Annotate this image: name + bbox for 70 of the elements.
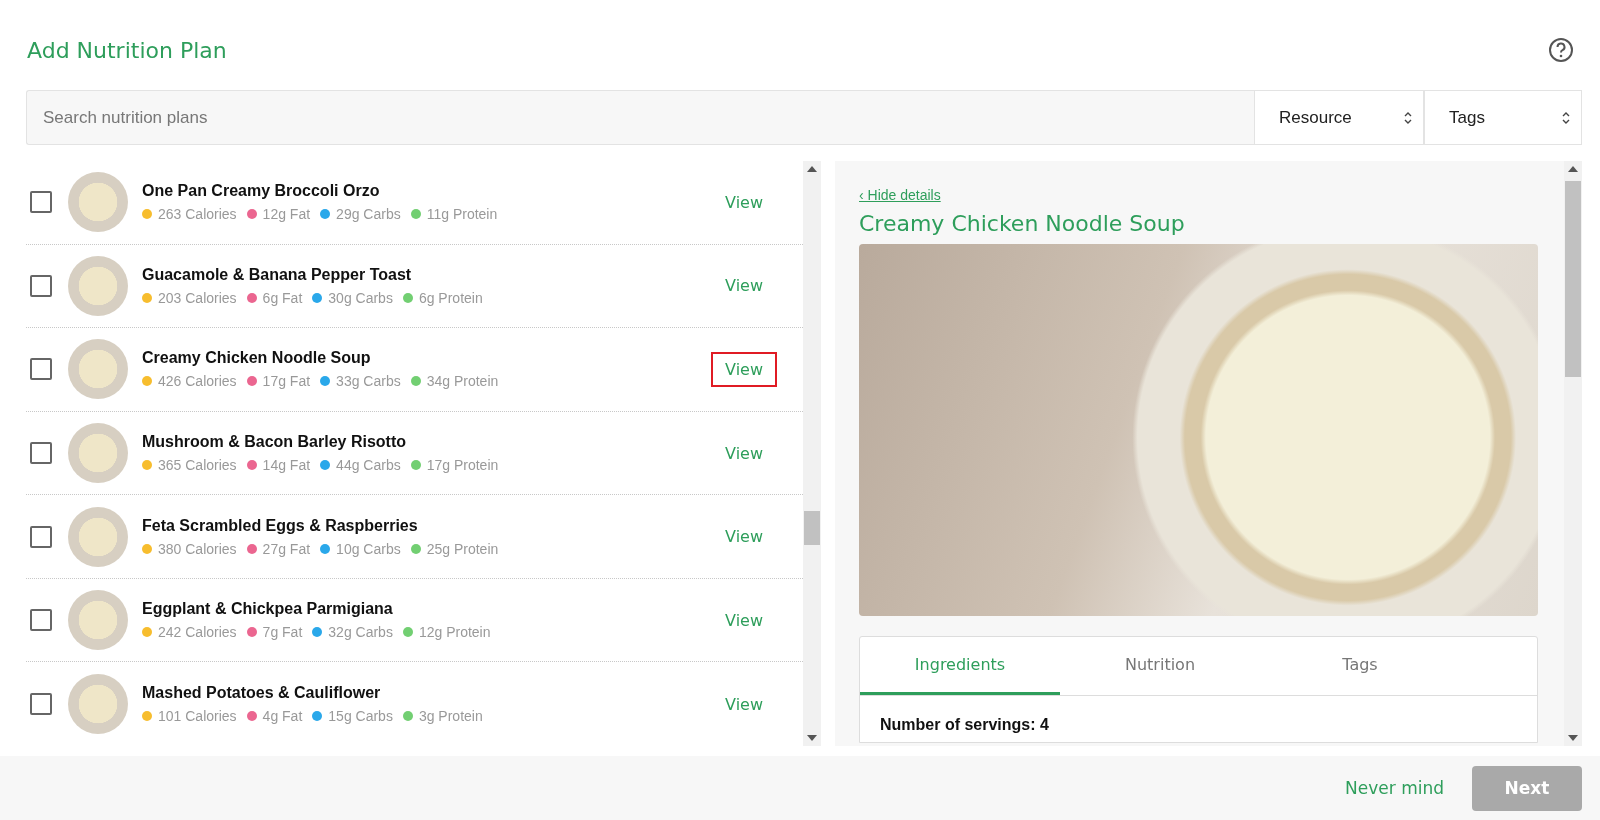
macro-value: 30g Carbs	[328, 289, 393, 306]
checkbox[interactable]	[30, 609, 52, 632]
hide-details-link[interactable]: ‹ Hide details	[859, 187, 941, 203]
recipe-name: Creamy Chicken Noodle Soup	[142, 349, 372, 368]
checkbox[interactable]	[30, 358, 52, 381]
scroll-up-icon[interactable]	[807, 165, 817, 173]
scroll-down-icon[interactable]	[807, 734, 817, 742]
recipe-name: One Pan Creamy Broccoli Orzo	[142, 182, 381, 201]
tab[interactable]: Tags	[1260, 637, 1460, 695]
macro-value: 14g Fat	[262, 457, 311, 473]
macro-value: 12g Protein	[418, 624, 491, 641]
scrollbar[interactable]	[1564, 161, 1582, 746]
recipe-name: Mashed Potatoes & Cauliflower	[142, 684, 382, 703]
never-mind-button[interactable]: Never mind	[1339, 777, 1450, 799]
servings-text: Number of servings: 4	[879, 715, 1050, 735]
view-link[interactable]: View	[711, 351, 777, 387]
macro-value: 15g Carbs	[328, 708, 393, 725]
scroll-thumb[interactable]	[804, 511, 820, 545]
checkbox[interactable]	[30, 693, 52, 716]
view-link[interactable]: View	[711, 686, 777, 722]
view-link[interactable]: View	[711, 184, 777, 220]
scroll-thumb[interactable]	[1565, 181, 1581, 377]
scroll-up-icon[interactable]	[1568, 165, 1578, 173]
macro-value: 365 Calories	[158, 457, 237, 473]
macro-value: 4g Fat	[262, 708, 303, 725]
macro-value: 32g Carbs	[328, 624, 393, 641]
recipe-name: Mushroom & Bacon Barley Risotto	[142, 433, 408, 451]
macro-value: 426 Calories	[158, 373, 237, 390]
checkbox[interactable]	[30, 442, 52, 464]
search-field[interactable]: Search nutrition plans	[26, 90, 1254, 145]
macro-value: 101 Calories	[158, 708, 237, 725]
macro-value: 44g Carbs	[336, 457, 401, 473]
filter-select[interactable]: Tags	[1424, 90, 1582, 145]
recipe-name: Eggplant & Chickpea Parmigiana	[142, 600, 394, 619]
macro-value: 7g Fat	[262, 624, 303, 641]
page-title: Add Nutrition Plan	[27, 37, 227, 63]
scroll-down-icon[interactable]	[1568, 734, 1578, 742]
macro-value: 34g Protein	[426, 373, 499, 390]
checkbox[interactable]	[30, 525, 52, 548]
recipe-name: Feta Scrambled Eggs & Raspberries	[142, 516, 419, 535]
macro-value: 25g Protein	[426, 540, 499, 557]
macro-value: 10g Carbs	[336, 540, 401, 557]
macro-value: 27g Fat	[262, 540, 311, 557]
macro-value: 242 Calories	[158, 624, 237, 641]
checkbox[interactable]	[30, 191, 52, 214]
scrollbar[interactable]	[803, 161, 821, 746]
view-link[interactable]: View	[711, 602, 777, 638]
macro-value: 263 Calories	[158, 206, 237, 223]
tab[interactable]: Ingredients	[860, 637, 1060, 695]
macro-value: 6g Fat	[262, 289, 303, 306]
recipe-name: Guacamole & Banana Pepper Toast	[142, 265, 413, 284]
photo-placeholder	[68, 423, 128, 483]
macro-value: 3g Protein	[418, 708, 483, 725]
tab[interactable]: Nutrition	[1060, 637, 1260, 695]
macro-value: 380 Calories	[158, 540, 237, 557]
macro-value: 17g Protein	[426, 457, 499, 473]
view-link[interactable]: View	[711, 268, 777, 304]
recipe-title: Creamy Chicken Noodle Soup	[859, 211, 1186, 236]
view-link[interactable]: View	[711, 435, 777, 471]
macro-value: 12g Fat	[262, 206, 311, 223]
macro-value: 11g Protein	[426, 206, 498, 223]
filter-select[interactable]: Resource	[1254, 90, 1424, 145]
macro-value: 33g Carbs	[336, 373, 401, 390]
checkbox[interactable]	[30, 274, 52, 297]
macro-value: 6g Protein	[418, 289, 483, 306]
macro-value: 29g Carbs	[336, 206, 401, 223]
macro-value: 203 Calories	[158, 289, 237, 306]
macro-value: 17g Fat	[262, 373, 311, 390]
view-link[interactable]: View	[711, 519, 777, 555]
help-icon[interactable]	[1548, 37, 1574, 63]
